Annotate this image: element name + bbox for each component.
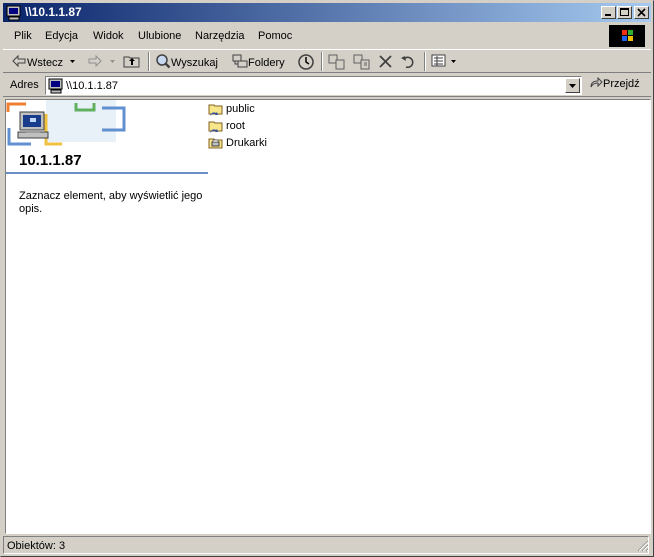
address-dropdown-button[interactable] (565, 78, 580, 93)
window-title: \\10.1.1.87 (25, 5, 82, 19)
history-icon (298, 54, 314, 70)
undo-button[interactable] (400, 53, 418, 71)
search-button[interactable]: Wyszukaj (155, 53, 218, 71)
item-label: root (226, 120, 245, 132)
menu-tools[interactable]: Narzędzia (195, 30, 245, 42)
status-pane: Obiektów: 3 (3, 536, 649, 554)
status-bar: Obiektów: 3 (3, 536, 651, 554)
views-icon (431, 54, 446, 67)
windows-logo-icon (609, 25, 645, 47)
panel-description: Zaznacz element, aby wyświetlić jego opi… (19, 190, 203, 215)
menu-view[interactable]: Widok (93, 30, 124, 42)
host-title: 10.1.1.87 (19, 152, 82, 169)
computer-banner-graphic (6, 100, 216, 148)
panel-divider (6, 172, 208, 174)
go-label: Przejdź (603, 77, 640, 90)
search-label: Wyszukaj (171, 56, 218, 69)
up-folder-icon (123, 56, 140, 68)
printers-folder-icon (208, 138, 223, 149)
move-to-button[interactable] (328, 53, 346, 71)
address-label: Adres (10, 79, 39, 91)
back-button[interactable]: Wstecz (11, 53, 78, 71)
folder-view[interactable]: 10.1.1.87 Zaznacz element, aby wyświetli… (5, 99, 651, 534)
undo-icon (401, 56, 414, 69)
computer-icon (48, 78, 63, 94)
shared-folder-icon (208, 121, 223, 133)
item-label: public (226, 103, 255, 115)
menu-help[interactable]: Pomoc (258, 30, 292, 42)
toolbar-separator (148, 52, 150, 71)
dropdown-arrow-icon (451, 60, 457, 63)
history-button[interactable] (297, 53, 315, 71)
back-label: Wstecz (27, 56, 64, 69)
back-arrow-icon (12, 54, 26, 68)
resize-grip-icon[interactable] (637, 540, 649, 552)
minimize-button[interactable] (601, 6, 616, 19)
maximize-button[interactable] (617, 6, 632, 19)
shared-folder-icon (208, 104, 223, 116)
explorer-window: \\10.1.1.87 Plik Edycja Widok Ulubione N… (0, 0, 654, 557)
close-button[interactable] (634, 6, 649, 19)
menu-file[interactable]: Plik (14, 30, 32, 42)
go-button[interactable]: Przejdź (589, 76, 640, 91)
title-bar[interactable]: \\10.1.1.87 (3, 3, 651, 22)
delete-button[interactable] (377, 53, 395, 71)
copy-to-button[interactable] (353, 53, 371, 71)
dropdown-arrow-icon (70, 60, 76, 63)
toolbar-separator (321, 52, 323, 71)
forward-arrow-icon (88, 54, 102, 68)
menu-bar: Plik Edycja Widok Ulubione Narzędzia Pom… (3, 24, 651, 48)
folders-icon (232, 54, 248, 68)
views-button[interactable] (431, 53, 458, 71)
up-folder-button[interactable] (123, 53, 141, 71)
delete-icon (379, 55, 392, 68)
go-arrow-icon (590, 76, 603, 88)
menu-edit[interactable]: Edycja (45, 30, 78, 42)
search-icon (156, 54, 171, 69)
computer-icon (6, 5, 21, 21)
address-bar: Adres \\10.1.1.87 Przejdź (3, 74, 651, 97)
status-text: Obiektów: 3 (7, 540, 66, 552)
folders-label: Foldery (248, 56, 285, 69)
dropdown-arrow-icon (110, 60, 116, 63)
copy-to-icon (353, 54, 370, 70)
standard-toolbar: Wstecz Wyszukaj Foldery (3, 49, 651, 73)
move-to-icon (328, 54, 345, 70)
folders-button[interactable]: Foldery (232, 53, 285, 71)
toolbar-separator (424, 52, 426, 71)
forward-button[interactable] (87, 53, 118, 71)
address-value: \\10.1.1.87 (66, 80, 118, 92)
address-input[interactable]: \\10.1.1.87 (45, 76, 582, 95)
item-label: Drukarki (226, 137, 267, 149)
menu-favorites[interactable]: Ulubione (138, 30, 181, 42)
